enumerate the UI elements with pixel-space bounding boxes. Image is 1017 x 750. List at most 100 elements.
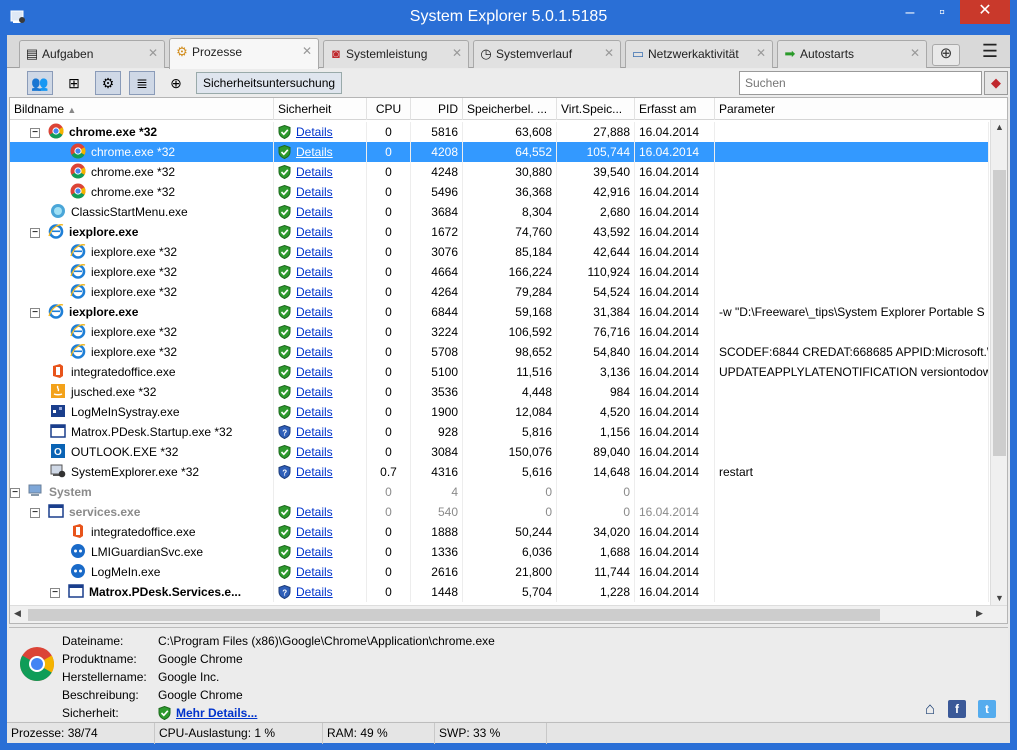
menu-button[interactable]: ☰ [979,42,1001,62]
details-link[interactable]: Details [296,425,333,439]
security-check-button[interactable]: Sicherheitsuntersuchung [196,72,343,94]
scroll-down-icon[interactable]: ▼ [991,593,1007,603]
details-link[interactable]: Details [296,565,333,579]
vertical-scrollbar[interactable]: ▲ ▼ [990,120,1007,605]
table-row[interactable]: integratedoffice.exe Details 0 5100 11,516 3,… [10,362,989,382]
table-row[interactable]: − Matrox.PDesk.Services.e...? Details 0 1448… [10,582,989,602]
table-row[interactable]: jusched.exe *32 Details 0 3536 4,448 984 16.04… [10,382,989,402]
collapse-icon[interactable]: − [10,488,20,498]
details-link[interactable]: Details [296,125,333,139]
details-link[interactable]: Details [296,165,333,179]
details-link[interactable]: Details [296,585,333,599]
close-button[interactable]: ✕ [960,0,1010,24]
details-link[interactable]: Details [296,405,333,419]
tab-close-icon[interactable]: ✕ [452,46,462,60]
table-row[interactable]: chrome.exe *32 Details 0 4208 64,552 105,744 1… [10,142,989,162]
minimize-button[interactable]: – [895,2,925,26]
details-link[interactable]: Details [296,185,333,199]
details-link[interactable]: Details [296,225,333,239]
more-details-link[interactable]: Mehr Details... [176,706,257,720]
table-row[interactable]: LMIGuardianSvc.exe Details 0 1336 6,036 1,688… [10,542,989,562]
tab-close-icon[interactable]: ✕ [302,44,312,58]
details-link[interactable]: Details [296,385,333,399]
tab-systemverlauf[interactable]: ◷ Systemverlauf ✕ [473,40,621,68]
tab-prozesse[interactable]: ⚙ Prozesse ✕ [169,38,319,69]
scroll-right-icon[interactable]: ▶ [976,608,983,619]
details-link[interactable]: Details [296,145,333,159]
details-link[interactable]: Details [296,445,333,459]
table-row[interactable]: iexplore.exe *32 Details 0 5708 98,652 54,840… [10,342,989,362]
col-pid[interactable]: PID [411,98,463,120]
table-row[interactable]: iexplore.exe *32 Details 0 4664 166,224 110,9… [10,262,989,282]
scroll-left-icon[interactable]: ◀ [14,608,21,619]
table-row[interactable]: − System 0 4 0 0 [10,482,989,502]
collapse-icon[interactable]: − [30,508,40,518]
col-parameter[interactable]: Parameter [715,98,1007,120]
details-link[interactable]: Details [296,545,333,559]
scroll-up-icon[interactable]: ▲ [991,122,1007,132]
tab-netzwerkaktivitaet[interactable]: ▭ Netzwerkaktivität ✕ [625,40,773,68]
facebook-icon[interactable]: f [948,700,966,718]
title-bar[interactable]: System Explorer 5.0.1.5185 – ▫ ✕ [0,0,1017,35]
col-bildname[interactable]: Bildname ▲ [10,98,274,120]
tab-close-icon[interactable]: ✕ [756,46,766,60]
windows-view-button[interactable]: ⊞ [61,71,87,95]
table-row[interactable]: − chrome.exe *32 Details 0 5816 63,608 27,888 1… [10,122,989,142]
add-tab-button[interactable]: ⊕ [932,44,960,66]
details-link[interactable]: Details [296,465,333,479]
table-row[interactable]: chrome.exe *32 Details 0 5496 36,368 42,916 16… [10,182,989,202]
collapse-icon[interactable]: − [30,128,40,138]
table-row[interactable]: Matrox.PDesk.Startup.exe *32? Details 0 928… [10,422,989,442]
collapse-icon[interactable]: − [30,228,40,238]
details-link[interactable]: Details [296,305,333,319]
tab-close-icon[interactable]: ✕ [148,46,158,60]
tree-view-button[interactable]: ≣ [129,71,155,95]
horizontal-scrollbar[interactable]: ◀ ▶ [10,605,1007,623]
services-view-button[interactable]: ⚙ [95,71,121,95]
table-row[interactable]: chrome.exe *32 Details 0 4248 30,880 39,540 16… [10,162,989,182]
col-virt[interactable]: Virt.Speic... [557,98,635,120]
tab-systemleistung[interactable]: ◙ Systemleistung ✕ [323,40,469,68]
table-row[interactable]: iexplore.exe *32 Details 0 3224 106,592 76,71… [10,322,989,342]
details-link[interactable]: Details [296,325,333,339]
target-button[interactable]: ⊕ [163,71,189,95]
tab-autostarts[interactable]: ➡ Autostarts ✕ [777,40,927,68]
maximize-button[interactable]: ▫ [927,2,957,26]
table-row[interactable]: integratedoffice.exe Details 0 1888 50,244 34… [10,522,989,542]
search-button[interactable]: ◆ [984,71,1008,95]
hscroll-thumb[interactable] [28,609,880,621]
table-row[interactable]: − iexplore.exe Details 0 1672 74,760 43,592 16.… [10,222,989,242]
table-row[interactable]: − services.exe Details 0 540 0 0 16.04.2014 [10,502,989,522]
details-link[interactable]: Details [296,205,333,219]
twitter-icon[interactable]: t [978,700,996,718]
details-link[interactable]: Details [296,345,333,359]
table-row[interactable]: − iexplore.exe Details 0 6844 59,168 31,384 16.… [10,302,989,322]
details-link[interactable]: Details [296,365,333,379]
details-link[interactable]: Details [296,265,333,279]
tab-close-icon[interactable]: ✕ [910,46,920,60]
table-row[interactable]: iexplore.exe *32 Details 0 3076 85,184 42,644… [10,242,989,262]
table-row[interactable]: O OUTLOOK.EXE *32 Details 0 3084 150,076 89,04… [10,442,989,462]
tab-aufgaben[interactable]: ▤ Aufgaben ✕ [19,40,165,68]
collapse-icon[interactable]: − [50,588,60,598]
details-link[interactable]: Details [296,505,333,519]
table-row[interactable]: LogMeInSystray.exe Details 0 1900 12,084 4,52… [10,402,989,422]
details-link[interactable]: Details [296,285,333,299]
collapse-icon[interactable]: − [30,308,40,318]
table-row[interactable]: ClassicStartMenu.exe Details 0 3684 8,304 2,6… [10,202,989,222]
search-input[interactable] [739,71,982,95]
details-link[interactable]: Details [296,525,333,539]
table-row[interactable]: iexplore.exe *32 Details 0 4264 79,284 54,524… [10,282,989,302]
col-sicherheit[interactable]: Sicherheit [274,98,367,120]
details-link[interactable]: Details [296,245,333,259]
col-erfasst[interactable]: Erfasst am [635,98,715,120]
table-row[interactable]: SystemExplorer.exe *32? Details 0.7 4316 5,6… [10,462,989,482]
col-speicher[interactable]: Speicherbel. ... [463,98,557,120]
col-cpu[interactable]: CPU [367,98,411,120]
users-view-button[interactable]: 👥 [27,71,53,95]
shield-question-icon: ? [278,465,296,479]
scroll-thumb[interactable] [993,170,1006,456]
home-icon[interactable]: ⌂ [921,700,939,718]
tab-close-icon[interactable]: ✕ [604,46,614,60]
table-row[interactable]: LogMeIn.exe Details 0 2616 21,800 11,744 16.04… [10,562,989,582]
